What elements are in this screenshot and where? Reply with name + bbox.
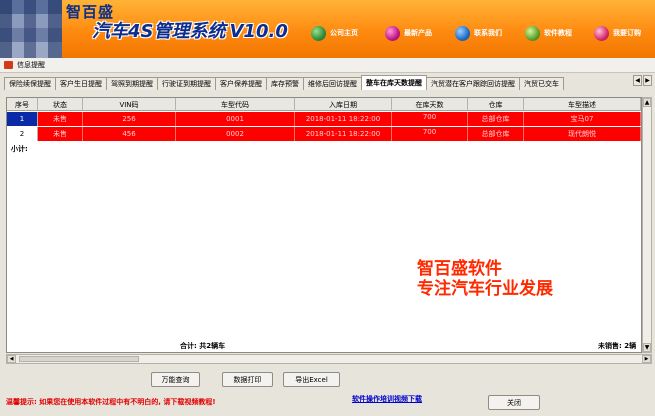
scroll-up-icon[interactable]: ▲: [643, 98, 651, 107]
col-warehouse[interactable]: 仓库: [468, 98, 524, 111]
col-model-desc[interactable]: 车型描述: [524, 98, 641, 111]
grid-horizontal-scrollbar[interactable]: ◀ ▶: [6, 354, 652, 364]
col-vin[interactable]: VIN码: [83, 98, 176, 111]
grand-total: 合计: 共2辆车: [180, 342, 226, 350]
tab-strip: 保险续保提醒 客户生日提醒 驾照到期提醒 行驶证到期提醒 客户保养提醒 库存预警…: [0, 74, 655, 90]
promo-line-2: 专注汽车行业发展: [417, 279, 553, 299]
row-warehouse[interactable]: 总部仓库: [468, 112, 524, 126]
tab-repair-followup[interactable]: 维修后回访提醒: [303, 77, 362, 90]
tab-customer-birthday[interactable]: 客户生日提醒: [55, 77, 107, 90]
nav-contact[interactable]: 联系我们: [455, 25, 502, 41]
scroll-left-icon[interactable]: ◀: [7, 355, 16, 363]
product-title: 汽车4S管理系统 V10.0: [92, 17, 288, 43]
product-version: V10.0: [229, 21, 288, 42]
col-status[interactable]: 状态: [38, 98, 83, 111]
product-title-text: 汽车4S管理系统: [92, 21, 226, 42]
order-icon: [594, 25, 609, 41]
app-header: 智百盛 汽车4S管理系统 V10.0 公司主页 最新产品 联系我们 软件教程 我要…: [0, 0, 655, 58]
tab-vehicle-stock-days[interactable]: 整车在库天数提醒: [361, 75, 427, 90]
row-stock-date[interactable]: 2018-01-11 18:22:00: [295, 127, 392, 141]
row-status[interactable]: 未售: [38, 127, 83, 141]
tab-customer-maintenance[interactable]: 客户保养提醒: [215, 77, 267, 90]
row-stock-days[interactable]: 700: [392, 112, 468, 126]
nav-contact-label: 联系我们: [474, 29, 502, 37]
tab-scroll-right-icon[interactable]: ▶: [643, 75, 652, 86]
nav-order-label: 我要订购: [613, 29, 641, 37]
nav-home-label: 公司主页: [330, 29, 358, 37]
export-excel-button[interactable]: 导出Excel: [283, 372, 340, 387]
nav-order[interactable]: 我要订购: [594, 25, 641, 41]
tab-insurance-renewal[interactable]: 保险续保提醒: [4, 77, 56, 90]
row-no[interactable]: 2: [7, 127, 38, 141]
row-model-code[interactable]: 0002: [176, 127, 295, 141]
grid-header: 序号 状态 VIN码 车型代码 入库日期 在库天数 仓库 车型描述: [7, 98, 641, 111]
tab-license-expiry[interactable]: 驾照到期提醒: [106, 77, 158, 90]
row-model-desc[interactable]: 现代朗悦: [524, 127, 641, 141]
nav-tutorial[interactable]: 软件教程: [525, 25, 572, 41]
row-model-code[interactable]: 0001: [176, 112, 295, 126]
nav-products[interactable]: 最新产品: [385, 25, 432, 41]
tab-stock-warning[interactable]: 库存预警: [266, 77, 304, 90]
print-data-button[interactable]: 数据打印: [222, 372, 273, 387]
col-stock-days[interactable]: 在库天数: [392, 98, 468, 111]
col-no[interactable]: 序号: [7, 98, 38, 111]
row-vin[interactable]: 456: [83, 127, 176, 141]
col-stock-date[interactable]: 入库日期: [295, 98, 392, 111]
grid-vertical-scrollbar[interactable]: ▲ ▼: [642, 97, 652, 353]
row-no[interactable]: 1: [7, 112, 38, 126]
row-model-desc[interactable]: 宝马07: [524, 112, 641, 126]
col-model-code[interactable]: 车型代码: [176, 98, 295, 111]
row-warehouse[interactable]: 总部仓库: [468, 127, 524, 141]
stock-days-grid: 序号 状态 VIN码 车型代码 入库日期 在库天数 仓库 车型描述 1 未售 2…: [6, 97, 642, 353]
tab-delivered[interactable]: 汽贸已交车: [519, 77, 564, 90]
scroll-thumb[interactable]: [19, 356, 139, 362]
tab-scroll-left-icon[interactable]: ◀: [633, 75, 642, 86]
row-status[interactable]: 未售: [38, 112, 83, 126]
table-row[interactable]: 1 未售 256 0001 2018-01-11 18:22:00 700 总部…: [7, 112, 641, 126]
nav-home[interactable]: 公司主页: [311, 25, 358, 41]
video-download-link[interactable]: 软件操作培训视频下载: [352, 394, 422, 404]
window-title: 信息提醒: [17, 61, 45, 69]
nav-products-label: 最新产品: [404, 29, 432, 37]
nav-tutorial-label: 软件教程: [544, 29, 572, 37]
row-stock-date[interactable]: 2018-01-11 18:22:00: [295, 112, 392, 126]
promo-slogan: 智百盛软件 专注汽车行业发展: [417, 259, 553, 299]
footer-hint: 温馨提示: 如果您在使用本软件过程中有不明白的, 请下载视频教程!: [6, 398, 216, 406]
tab-prospect-followup[interactable]: 汽贸潜在客户跟踪回访提醒: [426, 77, 520, 90]
unsold-total: 未销售: 2辆: [598, 342, 637, 350]
scroll-right-icon[interactable]: ▶: [642, 355, 651, 363]
tab-registration-expiry[interactable]: 行驶证到期提醒: [157, 77, 216, 90]
table-row[interactable]: 2 未售 456 0002 2018-01-11 18:22:00 700 总部…: [7, 127, 641, 141]
logo-mosaic: [0, 0, 62, 58]
subtotal-label: 小计:: [11, 145, 28, 153]
promo-line-1: 智百盛软件: [417, 259, 502, 279]
row-stock-days[interactable]: 700: [392, 127, 468, 141]
close-button[interactable]: 关闭: [488, 395, 540, 410]
home-icon: [311, 25, 326, 41]
product-icon: [385, 25, 400, 41]
scroll-down-icon[interactable]: ▼: [643, 343, 651, 352]
universal-query-button[interactable]: 万能查询: [151, 372, 200, 387]
window-titlebar: 信息提醒: [0, 58, 655, 73]
contact-icon: [455, 25, 470, 41]
window-icon: [4, 61, 13, 69]
row-vin[interactable]: 256: [83, 112, 176, 126]
tutorial-icon: [525, 25, 540, 41]
